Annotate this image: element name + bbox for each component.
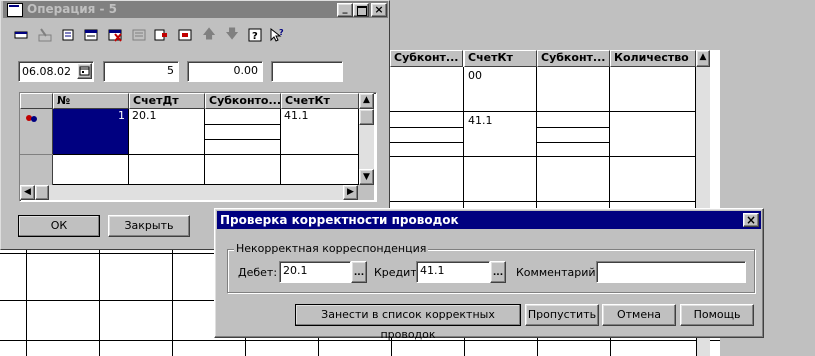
close-button[interactable]: × [371,3,387,17]
debit-select-button[interactable]: ... [351,261,367,283]
journal-icon[interactable] [177,27,193,43]
cell-schetkt-value: 41.1 [284,109,309,122]
bg-header-quantity[interactable]: Количество [610,50,696,67]
move-icon[interactable] [153,27,169,43]
cell-subconto[interactable] [205,109,281,155]
empty-cell[interactable] [129,155,205,185]
help-button[interactable]: Помощь [680,304,754,326]
grid-hscroll-thumb[interactable] [35,185,49,200]
svg-text:?: ? [252,31,258,42]
cell-schetkt[interactable]: 41.1 [281,109,359,155]
debit-value: 20.1 [283,264,308,277]
new-row-icon[interactable] [13,27,29,43]
extra-field[interactable] [271,61,343,82]
help-icon[interactable]: ? [247,27,263,43]
sum-field[interactable]: 0.00 [187,61,263,82]
check-entries-dialog: Проверка корректности проводок × Некорре… [214,208,764,341]
skip-button[interactable]: Пропустить [525,304,599,326]
credit-value: 41.1 [420,264,445,277]
empty-cell[interactable] [53,155,129,185]
bg-header-subconto-2[interactable]: Субконт... [537,50,610,67]
debit-field[interactable]: 20.1 [279,261,351,283]
grid-header-schetdt[interactable]: СчетДт [129,93,205,109]
cell-number-value: 1 [118,109,125,122]
number-value: 5 [167,64,174,77]
date-value: 06.08.02 [22,65,71,78]
row-marker-icon [24,113,40,123]
window-app-icon [7,3,23,17]
date-field[interactable]: 06.08.02 [18,61,94,82]
pointer-help-icon[interactable]: ? [269,27,285,43]
grid-header-schetkt[interactable]: СчетКт [281,93,359,109]
cell-schetdt-value: 20.1 [132,109,157,122]
ok-button[interactable]: ОК [18,215,100,237]
sum-value: 0.00 [233,64,259,77]
delete-row-icon[interactable] [107,27,123,43]
copy-row-icon[interactable] [60,27,76,43]
bg-cell-schetkt-2[interactable]: 41.1 [468,114,528,128]
credit-select-button[interactable]: ... [490,261,506,283]
close-window-button[interactable]: Закрыть [108,215,190,237]
dialog-close-button[interactable]: × [743,213,759,227]
comment-label: Комментарий: [516,266,600,279]
arrow-up-icon[interactable]: 🡅 [201,27,217,43]
properties-icon[interactable] [131,27,147,43]
dialog-titlebar[interactable]: Проверка корректности проводок × [217,211,761,229]
empty-cell[interactable] [281,155,359,185]
cancel-button[interactable]: Отмена [602,304,676,326]
bg-scroll-up-button[interactable]: ▲ [696,50,710,67]
bg-header-schetkt[interactable]: СчетКт [464,50,537,67]
grid-scroll-left-button[interactable]: ◀ [20,185,35,200]
grid-header-corner[interactable] [20,93,53,109]
operation-window-title: Операция - 5 [27,2,118,16]
debit-label: Дебет: [238,266,278,279]
credit-field[interactable]: 41.1 [416,261,490,283]
grid-header-subconto[interactable]: Субконто... [205,93,281,109]
grid-vscroll-thumb[interactable] [359,109,374,125]
operation-toolbar: 🡅 🡇 ? ? [9,25,309,45]
cell-schetdt[interactable]: 20.1 [129,109,205,155]
empty-cell[interactable] [205,155,281,185]
insert-row-icon[interactable] [83,27,99,43]
grid-header-number[interactable]: № [53,93,129,109]
grid-scroll-down-button[interactable]: ▼ [359,169,374,185]
dialog-title: Проверка корректности проводок [220,213,459,227]
edit-row-icon[interactable] [37,27,53,43]
credit-label: Кредит: [374,266,421,279]
group-label: Некорректная корреспонденция [234,242,429,255]
comment-field[interactable] [596,261,746,283]
grid-hscroll-track[interactable] [49,185,343,200]
arrow-down-icon[interactable]: 🡇 [224,27,240,43]
calendar-icon[interactable] [77,63,92,79]
cell-number[interactable]: 1 [53,109,129,155]
maximize-button[interactable] [353,3,369,17]
minimize-button[interactable]: _ [337,3,353,17]
grid-corner [358,185,374,200]
grid-scroll-up-button[interactable]: ▲ [359,93,374,109]
add-to-correct-list-button[interactable]: Занести в список корректных проводок [295,304,521,341]
grid-vscroll-track[interactable] [359,125,374,170]
entries-grid: № СчетДт Субконто... СчетКт ▲ 1 20.1 41.… [19,92,377,202]
operation-window-titlebar[interactable]: Операция - 5 _ × [3,1,388,18]
svg-text:?: ? [279,28,284,37]
number-field[interactable]: 5 [103,61,179,82]
bg-header-subconto-1[interactable]: Субконт... [390,50,463,67]
grid-scroll-right-button[interactable]: ▶ [343,185,358,200]
bg-cell-schetkt-1[interactable]: 00 [468,69,528,83]
